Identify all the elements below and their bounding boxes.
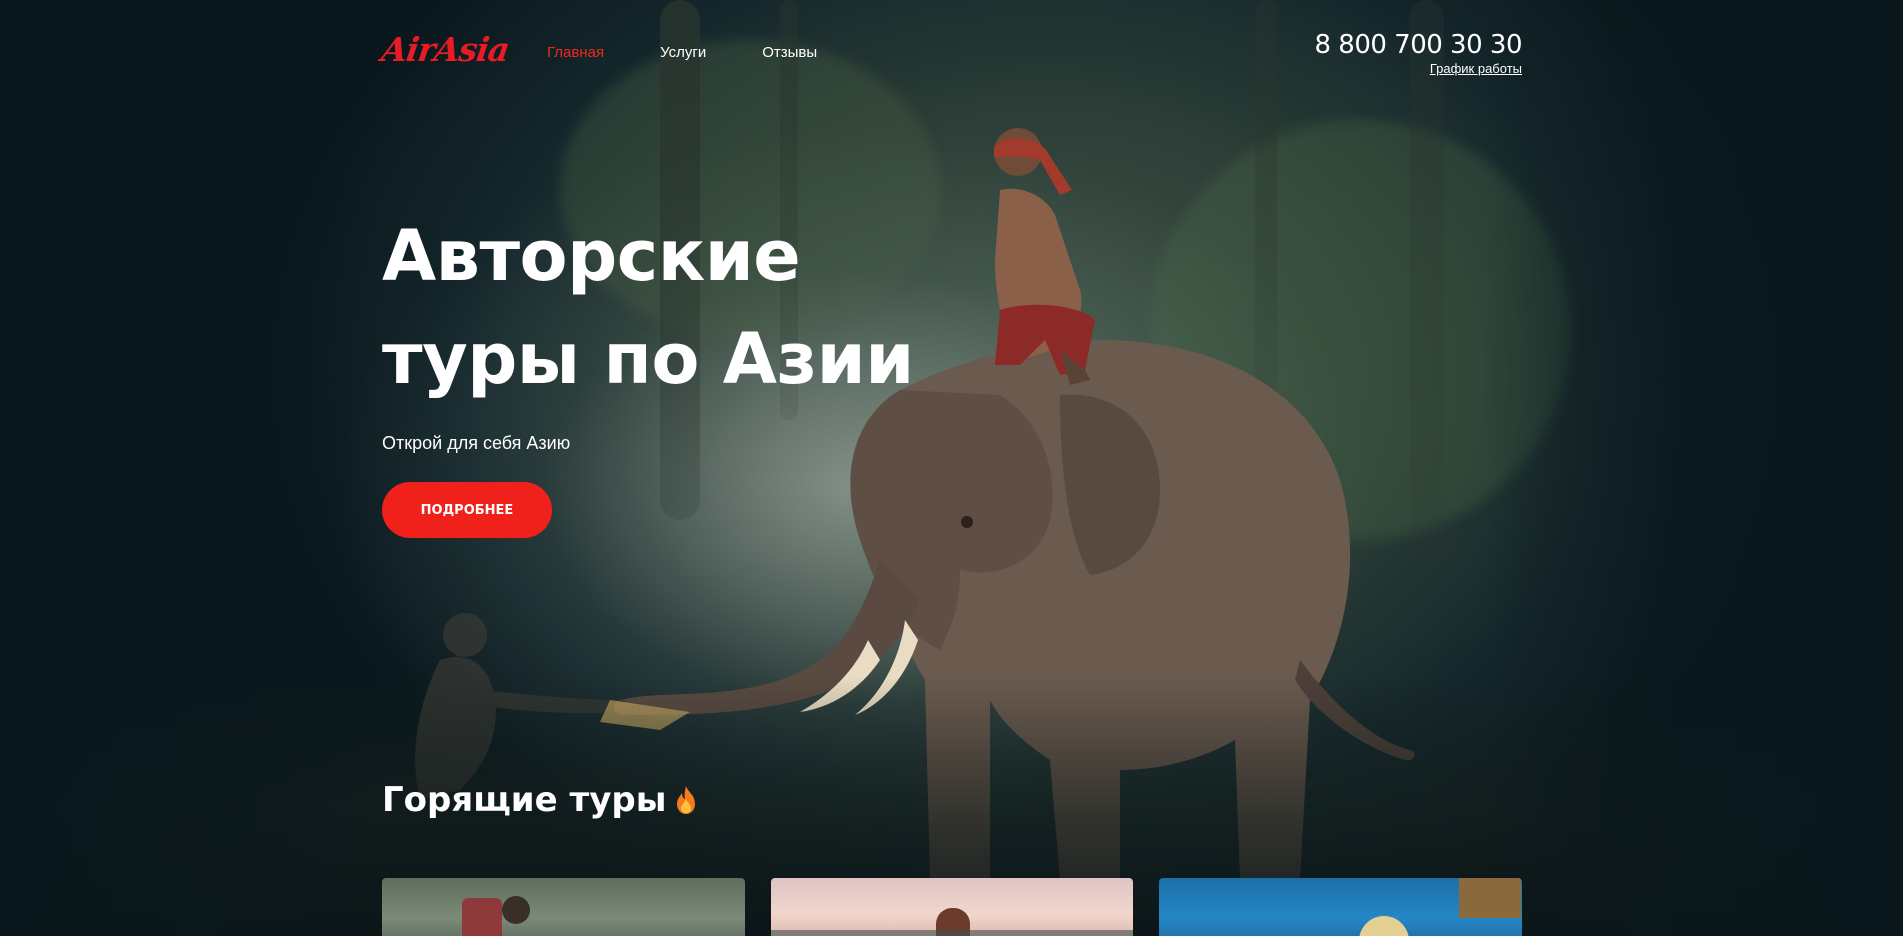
contact-block: 8 800 700 30 30 График работы (1314, 30, 1522, 76)
card-image-detail (1459, 878, 1522, 918)
nav-item-reviews[interactable]: Отзывы (762, 44, 817, 61)
vignette (1483, 0, 1903, 936)
hot-tours-heading: Горящие туры (382, 780, 698, 820)
more-button[interactable]: ПОДРОБНЕЕ (382, 482, 552, 538)
site-header: AirAsia Главная Услуги Отзывы 8 800 700 … (379, 26, 1522, 86)
card-image-detail (1359, 916, 1410, 936)
schedule-link[interactable]: График работы (1314, 61, 1522, 76)
vignette (0, 0, 380, 936)
tour-card[interactable] (1159, 878, 1523, 936)
airasia-logo[interactable]: AirAsia (379, 30, 511, 69)
nav-item-home[interactable]: Главная (547, 44, 604, 61)
phone-number[interactable]: 8 800 700 30 30 (1314, 30, 1522, 60)
hero-title-line: Авторские (382, 215, 801, 297)
main-nav: Главная Услуги Отзывы (547, 44, 817, 61)
hot-tours-list (382, 878, 1523, 936)
hero-subtitle: Открой для себя Азию (382, 433, 571, 453)
fire-icon (677, 786, 696, 814)
hero-section: Авторские туры по Азии Открой для себя А… (382, 205, 914, 538)
card-image-detail (462, 898, 502, 936)
tour-card[interactable] (382, 878, 745, 936)
hero-title: Авторские туры по Азии (382, 205, 914, 411)
rider (994, 128, 1095, 385)
hero-title-line: туры по Азии (382, 318, 914, 400)
hot-tours-title: Горящие туры (382, 780, 667, 820)
card-image-detail (502, 896, 530, 924)
tour-card[interactable] (770, 878, 1134, 936)
card-image-detail (770, 930, 1133, 936)
nav-item-services[interactable]: Услуги (660, 44, 706, 61)
